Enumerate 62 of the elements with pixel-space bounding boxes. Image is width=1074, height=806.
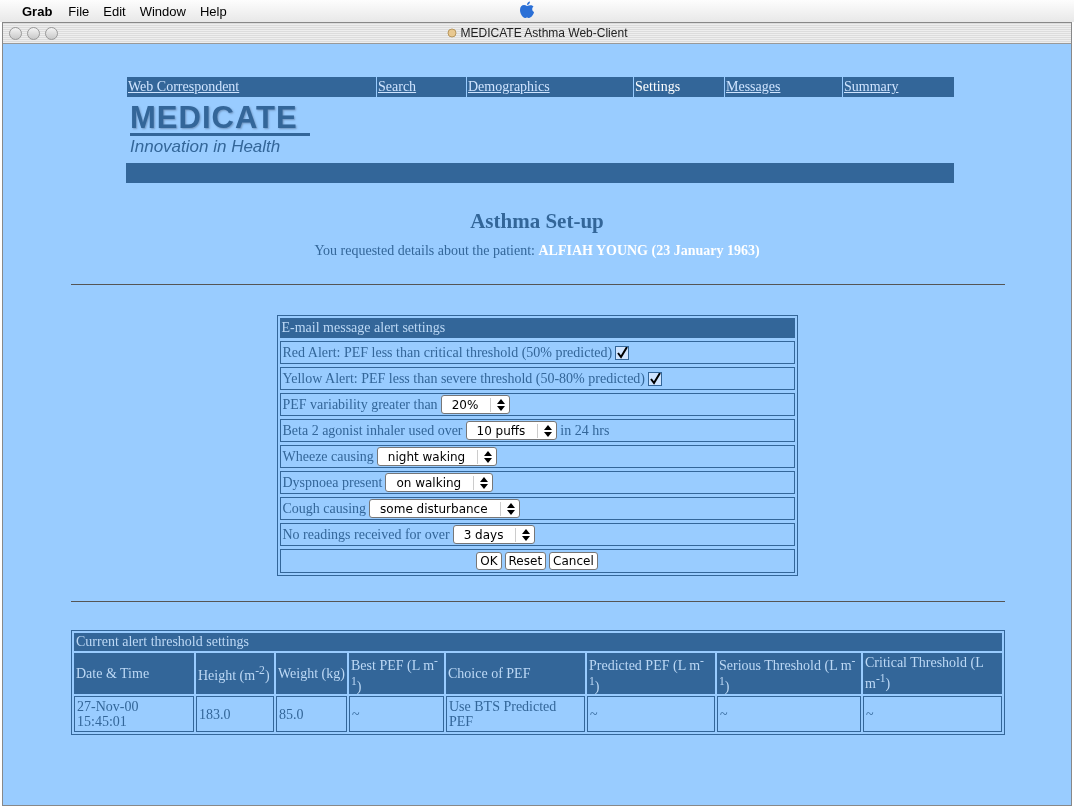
nav-link[interactable]: Settings bbox=[633, 77, 724, 97]
patient-line: You requested details about the patient: ALFIAH YOUNG (23 January 1963) bbox=[313, 243, 761, 259]
table-cell: 183.0 bbox=[196, 696, 274, 733]
updown-arrows-icon bbox=[506, 502, 515, 515]
nav-link[interactable]: Web Correspondent bbox=[126, 77, 376, 97]
table-cell: ~ bbox=[863, 696, 1002, 733]
column-header: Serious Threshold (L m$^{-}$$^{1}$) bbox=[717, 653, 861, 695]
form-button[interactable]: Reset bbox=[504, 552, 547, 570]
row-label: Wheeze causing bbox=[282, 448, 374, 465]
table-cell: ~ bbox=[717, 696, 861, 733]
dropdown[interactable]: some disturbance bbox=[369, 499, 520, 518]
updown-arrows-icon bbox=[480, 476, 489, 489]
row-label: Cough causing bbox=[282, 500, 367, 517]
window-title: MEDICATE Asthma Web-Client bbox=[460, 26, 628, 40]
nav-link[interactable]: Messages bbox=[724, 77, 842, 97]
menu-item[interactable]: File bbox=[62, 3, 96, 19]
table-cell: ~ bbox=[349, 696, 444, 733]
column-header: Date & Time bbox=[74, 653, 194, 695]
menu-item[interactable]: Edit bbox=[97, 3, 132, 19]
table-cell: 85.0 bbox=[276, 696, 347, 733]
form-button[interactable]: Cancel bbox=[549, 552, 598, 570]
page-icon bbox=[446, 28, 457, 38]
updown-arrows-icon bbox=[497, 398, 506, 411]
dropdown[interactable]: night waking bbox=[376, 447, 498, 466]
logo-name: MEDICATE bbox=[130, 103, 310, 136]
table-header: E-mail message alert settings bbox=[279, 318, 795, 338]
page-heading: Asthma Set-up bbox=[469, 208, 605, 235]
updown-arrows-icon bbox=[544, 424, 553, 437]
checkbox[interactable] bbox=[648, 371, 662, 386]
column-header: Critical Threshold (L m$^{-1}$) bbox=[863, 653, 1002, 695]
dropdown[interactable]: on walking bbox=[385, 473, 494, 492]
updown-arrows-icon bbox=[484, 450, 493, 463]
dropdown[interactable]: 20% bbox=[440, 395, 511, 414]
row-label: Yellow Alert: PEF less than severe threshold (50-80% predicted) bbox=[282, 370, 645, 387]
form-button[interactable]: OK bbox=[476, 552, 502, 570]
updown-arrows-icon bbox=[522, 528, 531, 541]
table-cell: Use BTS Predicted PEF bbox=[446, 696, 585, 733]
row-label: No readings received for over bbox=[282, 526, 450, 543]
column-header: Choice of PEF bbox=[446, 653, 585, 695]
row-label: Beta 2 agonist inhaler used over bbox=[282, 422, 463, 439]
row-suffix: in 24 hrs bbox=[560, 422, 610, 439]
nav-link[interactable]: Summary bbox=[842, 77, 954, 97]
column-header: Best PEF (L m$^{-}$$^{1}$) bbox=[349, 653, 444, 695]
column-header: Predicted PEF (L m$^{-}$$^{1}$) bbox=[587, 653, 715, 695]
column-header: Weight (kg) bbox=[276, 653, 347, 695]
row-label: Red Alert: PEF less than critical threshold (50% predicted) bbox=[282, 344, 613, 361]
row-label: Dyspnoea present bbox=[282, 474, 383, 491]
dropdown[interactable]: 3 days bbox=[452, 525, 536, 544]
table-header: Current alert threshold settings bbox=[74, 633, 1002, 651]
menu-item[interactable]: Help bbox=[193, 3, 233, 19]
row-label: PEF variability greater than bbox=[282, 396, 438, 413]
nav-link[interactable]: Search bbox=[376, 77, 466, 97]
table-cell: ~ bbox=[587, 696, 715, 733]
menu-item[interactable]: Window bbox=[133, 3, 192, 19]
nav-link[interactable]: Demographics bbox=[466, 77, 633, 97]
apple-icon[interactable] bbox=[519, 1, 535, 19]
checkbox[interactable] bbox=[615, 345, 630, 360]
logo-tagline: Innovation in Health bbox=[130, 136, 282, 158]
table-cell: 27-Nov-00 15:45:01 bbox=[74, 696, 194, 733]
column-header: Height (m$^{-2}$) bbox=[196, 653, 274, 695]
dropdown[interactable]: 10 puffs bbox=[465, 421, 558, 440]
menu-item[interactable]: Grab bbox=[14, 3, 61, 19]
